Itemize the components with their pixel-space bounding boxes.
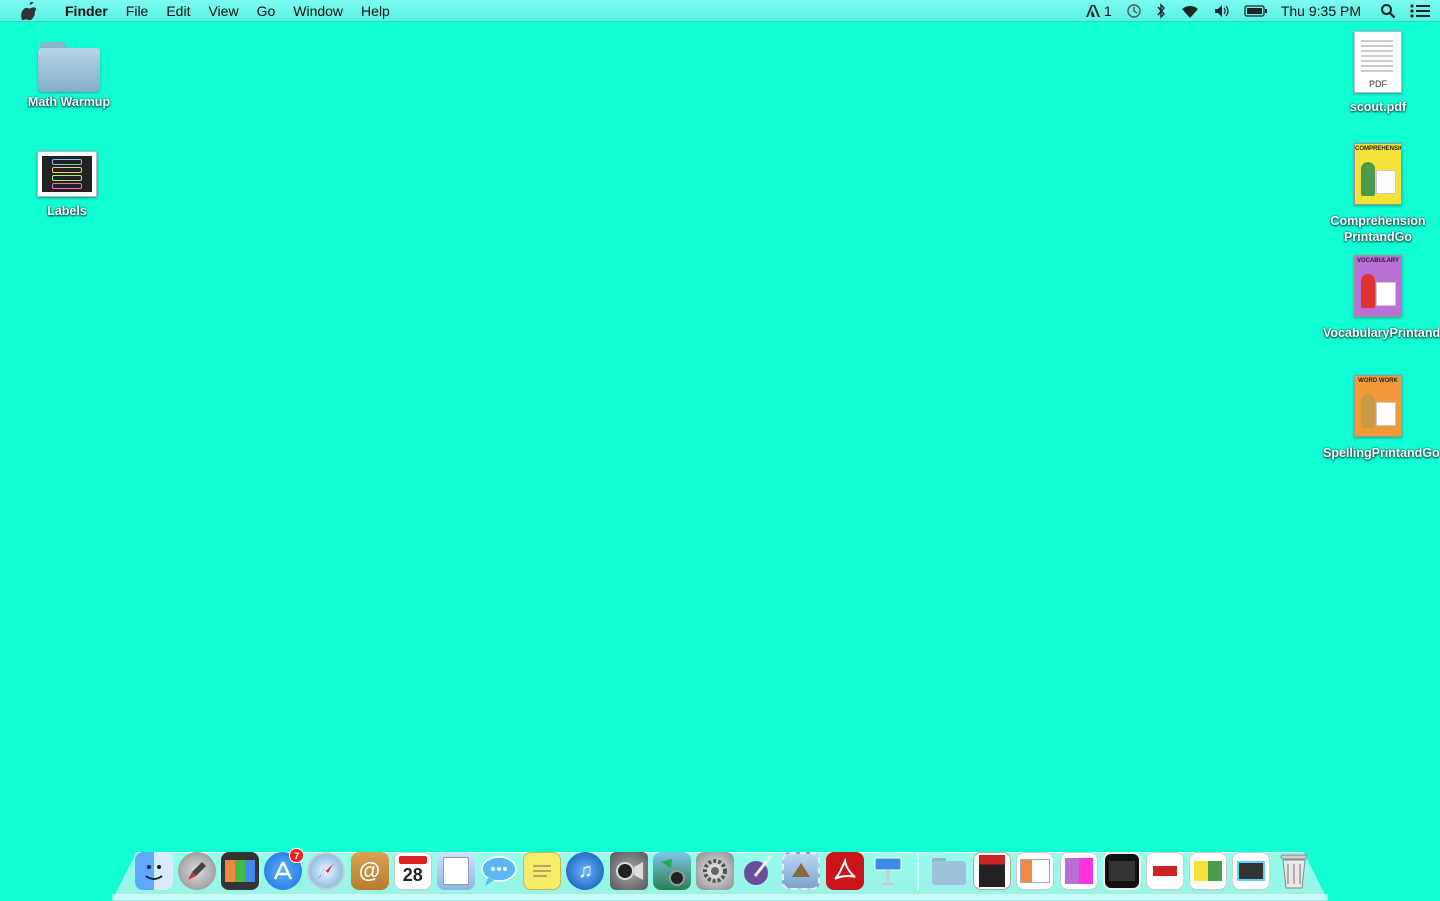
book-cover-icon: WORD WORK [1354,375,1402,437]
cover-title: VOCABULARY [1356,258,1400,264]
adobe-reader-icon[interactable] [825,852,864,890]
menu-help[interactable]: Help [352,0,399,22]
system-preferences-icon[interactable] [696,852,735,890]
menu-file[interactable]: File [117,0,158,22]
desktop-item-label: Labels [47,204,87,218]
folder-icon [38,42,100,92]
menu-bar: Finder File Edit View Go Window Help 1 T… [0,0,1440,22]
app-store-badge: 7 [289,848,305,863]
book-cover-icon: COMPREHENSION [1354,143,1402,205]
app-store-icon[interactable]: 7 [264,848,305,890]
image-thumbnail-icon [37,151,97,197]
itunes-icon[interactable]: ♫ [566,852,605,890]
notification-center-icon[interactable] [1403,0,1440,22]
status-menus: 1 Thu 9:35 PM [1078,0,1440,22]
menu-app-finder[interactable]: Finder [56,0,117,22]
time-machine-icon[interactable] [1119,0,1149,22]
menu-view[interactable]: View [199,0,247,22]
preview-icon[interactable] [436,852,475,890]
contacts-icon[interactable]: @ [350,852,389,890]
folder-stack-icon[interactable] [930,852,968,890]
stickies-icon[interactable] [523,852,562,890]
dock: 7 @ 28 ♫ [132,846,1316,890]
desktop-item-comprehension[interactable]: COMPREHENSION Comprehension PrintandGo [1323,143,1433,245]
pdf-file-icon: PDF [1354,31,1402,93]
cover-title: COMPREHENSION [1355,146,1401,152]
trash-icon[interactable] [1275,852,1313,890]
doc-thumb-icon[interactable] [1102,852,1141,890]
desktop-item-scout-pdf[interactable]: PDF scout.pdf [1323,31,1433,115]
dock-separator [917,852,920,890]
keynote-icon[interactable] [869,852,907,890]
messages-icon[interactable] [480,852,518,890]
desktop-item-labels[interactable]: Labels [12,151,122,219]
menu-go[interactable]: Go [248,0,285,22]
desktop-item-label: Math Warmup [27,95,111,109]
doc-thumb-icon[interactable] [1232,852,1271,890]
adobe-count: 1 [1104,3,1112,19]
pdf-tag: PDF [1369,79,1387,89]
doc-thumb-icon[interactable] [1145,852,1184,890]
finder-icon[interactable] [134,852,173,890]
mail-stamp-icon[interactable] [782,852,821,890]
desktop-item-vocabulary[interactable]: VOCABULARY VocabularyPrintandGo [1323,255,1440,341]
photo-booth-icon[interactable] [220,852,259,890]
desktop-item-label: Comprehension PrintandGo [1330,214,1426,244]
dock-reflection [112,894,1328,900]
desktop-item-label: VocabularyPrintandGo [1323,326,1440,340]
cover-title: WORD WORK [1358,378,1398,384]
wifi-icon[interactable] [1173,0,1207,22]
book-cover-icon: VOCABULARY [1354,255,1402,317]
launchpad-icon[interactable] [177,852,216,890]
safari-icon[interactable] [307,852,346,890]
battery-icon[interactable] [1237,0,1275,22]
volume-icon[interactable] [1207,0,1237,22]
doc-thumb-icon[interactable] [1059,852,1098,890]
desktop-item-label: scout.pdf [1349,100,1407,114]
menu-clock[interactable]: Thu 9:35 PM [1275,0,1373,22]
adobe-status-item[interactable]: 1 [1078,0,1119,22]
script-editor-icon[interactable] [739,852,777,890]
adobe-icon [1086,5,1101,17]
facetime-icon[interactable] [609,852,648,890]
bluetooth-icon[interactable] [1149,0,1173,22]
apple-menu-icon[interactable] [0,1,56,20]
desktop-item-spelling[interactable]: WORD WORK SpellingPrintandGo [1323,375,1440,461]
menu-window[interactable]: Window [284,0,352,22]
book-thumb-icon[interactable] [973,852,1012,890]
doc-thumb-icon[interactable] [1016,852,1055,890]
doc-thumb-icon[interactable] [1189,852,1228,890]
calendar-day: 28 [402,864,423,885]
menu-edit[interactable]: Edit [157,0,199,22]
iphoto-icon[interactable] [652,852,691,890]
spotlight-search-icon[interactable] [1373,0,1403,22]
calendar-icon[interactable]: 28 [393,852,432,890]
desktop-item-math-warmup[interactable]: Math Warmup [14,42,124,110]
desktop-item-label: SpellingPrintandGo [1323,446,1440,460]
